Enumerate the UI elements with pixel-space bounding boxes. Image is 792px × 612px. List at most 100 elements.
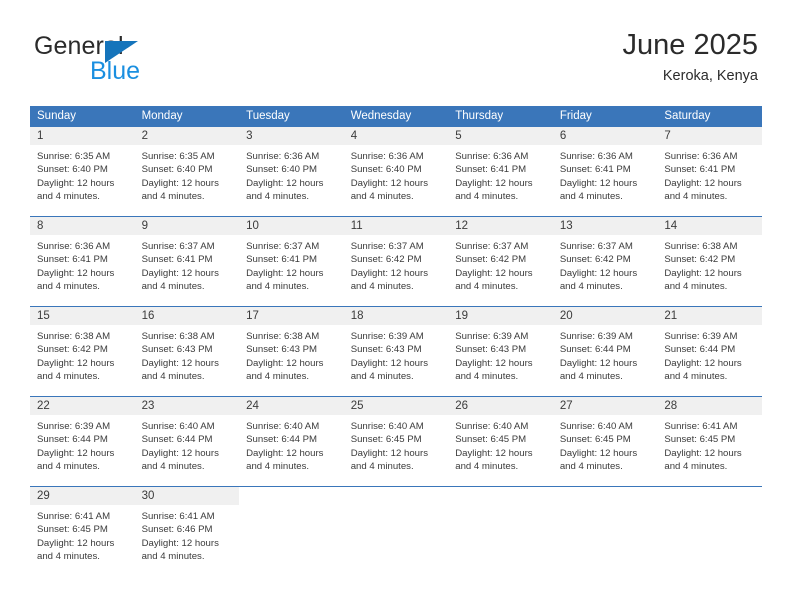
day-cell[interactable]: 16 Sunrise: 6:38 AM Sunset: 6:43 PM Dayl… bbox=[134, 306, 240, 397]
sunset-text: Sunset: 6:40 PM bbox=[141, 164, 213, 176]
daylight-text-line2: and 4 minutes. bbox=[350, 190, 414, 202]
daylight-text-line2: and 4 minutes. bbox=[664, 280, 728, 292]
sunrise-text: Sunrise: 6:37 AM bbox=[141, 241, 215, 252]
page-title: June 2025 bbox=[622, 29, 758, 61]
day-details: Sunrise: 6:41 AM Sunset: 6:45 PM Dayligh… bbox=[657, 415, 762, 473]
day-number: 17 bbox=[239, 307, 344, 325]
sunrise-text: Sunrise: 6:39 AM bbox=[664, 331, 738, 342]
day-cell[interactable]: 3 Sunrise: 6:36 AM Sunset: 6:40 PM Dayli… bbox=[239, 127, 344, 217]
day-number: 20 bbox=[552, 307, 658, 325]
day-number: 4 bbox=[343, 127, 449, 145]
day-cell[interactable]: 18 Sunrise: 6:39 AM Sunset: 6:43 PM Dayl… bbox=[343, 306, 449, 397]
day-details: Sunrise: 6:37 AM Sunset: 6:42 PM Dayligh… bbox=[448, 235, 553, 293]
day-cell[interactable]: 23 Sunrise: 6:40 AM Sunset: 6:44 PM Dayl… bbox=[134, 396, 240, 487]
sunset-text: Sunset: 6:42 PM bbox=[350, 254, 422, 266]
daylight-text-line1: Daylight: 12 hours bbox=[37, 357, 115, 369]
day-details: Sunrise: 6:38 AM Sunset: 6:42 PM Dayligh… bbox=[657, 235, 762, 293]
day-cell[interactable]: 24 Sunrise: 6:40 AM Sunset: 6:44 PM Dayl… bbox=[239, 396, 344, 487]
sunrise-text: Sunrise: 6:36 AM bbox=[664, 151, 738, 162]
day-number: 14 bbox=[657, 217, 762, 235]
weekday-header-row: Sunday Monday Tuesday Wednesday Thursday… bbox=[30, 106, 762, 127]
sunset-text: Sunset: 6:45 PM bbox=[559, 434, 631, 446]
sunrise-text: Sunrise: 6:39 AM bbox=[559, 331, 633, 342]
day-cell[interactable]: 26 Sunrise: 6:40 AM Sunset: 6:45 PM Dayl… bbox=[448, 396, 553, 487]
day-details: Sunrise: 6:40 AM Sunset: 6:45 PM Dayligh… bbox=[344, 415, 449, 473]
daylight-text-line1: Daylight: 12 hours bbox=[246, 177, 324, 189]
day-cell[interactable]: 15 Sunrise: 6:38 AM Sunset: 6:42 PM Dayl… bbox=[30, 306, 135, 397]
daylight-text-line2: and 4 minutes. bbox=[664, 460, 728, 472]
day-cell[interactable]: 7 Sunrise: 6:36 AM Sunset: 6:41 PM Dayli… bbox=[657, 127, 762, 217]
daylight-text-line1: Daylight: 12 hours bbox=[455, 267, 533, 279]
daylight-text-line1: Daylight: 12 hours bbox=[559, 267, 638, 279]
day-cell[interactable]: 13 Sunrise: 6:37 AM Sunset: 6:42 PM Dayl… bbox=[552, 216, 658, 307]
daylight-text-line1: Daylight: 12 hours bbox=[455, 447, 533, 459]
day-number: 15 bbox=[30, 307, 135, 325]
brand-logo[interactable]: General Blue bbox=[34, 32, 204, 87]
sunrise-text: Sunrise: 6:36 AM bbox=[246, 151, 320, 162]
sunrise-text: Sunrise: 6:36 AM bbox=[455, 151, 529, 162]
sunrise-text: Sunrise: 6:40 AM bbox=[141, 421, 215, 432]
page-subtitle: Keroka, Kenya bbox=[662, 68, 758, 84]
day-cell[interactable]: 14 Sunrise: 6:38 AM Sunset: 6:42 PM Dayl… bbox=[657, 216, 762, 307]
sunset-text: Sunset: 6:45 PM bbox=[37, 524, 108, 536]
day-cell[interactable]: 22 Sunrise: 6:39 AM Sunset: 6:44 PM Dayl… bbox=[30, 396, 135, 487]
sunset-text: Sunset: 6:41 PM bbox=[37, 254, 108, 266]
day-cell[interactable]: 19 Sunrise: 6:39 AM Sunset: 6:43 PM Dayl… bbox=[448, 306, 553, 397]
sunrise-text: Sunrise: 6:37 AM bbox=[559, 241, 633, 252]
day-details: Sunrise: 6:35 AM Sunset: 6:40 PM Dayligh… bbox=[135, 145, 240, 203]
daylight-text-line2: and 4 minutes. bbox=[664, 370, 728, 382]
sunrise-text: Sunrise: 6:35 AM bbox=[37, 151, 111, 162]
day-cell[interactable]: 4 Sunrise: 6:36 AM Sunset: 6:40 PM Dayli… bbox=[343, 127, 449, 217]
sunrise-text: Sunrise: 6:37 AM bbox=[350, 241, 424, 252]
sunset-text: Sunset: 6:43 PM bbox=[246, 344, 318, 356]
day-number: 3 bbox=[239, 127, 344, 145]
day-details: Sunrise: 6:40 AM Sunset: 6:45 PM Dayligh… bbox=[448, 415, 553, 473]
day-cell[interactable]: 10 Sunrise: 6:37 AM Sunset: 6:41 PM Dayl… bbox=[239, 216, 344, 307]
calendar-week-row: 22 Sunrise: 6:39 AM Sunset: 6:44 PM Dayl… bbox=[30, 396, 762, 487]
daylight-text-line1: Daylight: 12 hours bbox=[141, 267, 219, 279]
sunrise-text: Sunrise: 6:41 AM bbox=[664, 421, 738, 432]
day-details: Sunrise: 6:37 AM Sunset: 6:41 PM Dayligh… bbox=[239, 235, 344, 293]
sunrise-text: Sunrise: 6:36 AM bbox=[350, 151, 424, 162]
day-cell[interactable]: 12 Sunrise: 6:37 AM Sunset: 6:42 PM Dayl… bbox=[448, 216, 553, 307]
day-cell[interactable]: 25 Sunrise: 6:40 AM Sunset: 6:45 PM Dayl… bbox=[343, 396, 449, 487]
daylight-text-line2: and 4 minutes. bbox=[141, 370, 205, 382]
day-cell[interactable]: 27 Sunrise: 6:40 AM Sunset: 6:45 PM Dayl… bbox=[552, 396, 658, 487]
day-cell[interactable]: 11 Sunrise: 6:37 AM Sunset: 6:42 PM Dayl… bbox=[343, 216, 449, 307]
sunset-text: Sunset: 6:44 PM bbox=[559, 344, 631, 356]
sunrise-text: Sunrise: 6:41 AM bbox=[37, 511, 111, 522]
day-cell[interactable]: 1 Sunrise: 6:35 AM Sunset: 6:40 PM Dayli… bbox=[30, 127, 135, 217]
calendar-week-row: 8 Sunrise: 6:36 AM Sunset: 6:41 PM Dayli… bbox=[30, 216, 762, 307]
sunset-text: Sunset: 6:45 PM bbox=[350, 434, 422, 446]
daylight-text-line1: Daylight: 12 hours bbox=[559, 357, 638, 369]
day-details: Sunrise: 6:37 AM Sunset: 6:42 PM Dayligh… bbox=[553, 235, 658, 293]
day-cell[interactable]: 8 Sunrise: 6:36 AM Sunset: 6:41 PM Dayli… bbox=[30, 216, 135, 307]
sunset-text: Sunset: 6:44 PM bbox=[246, 434, 318, 446]
day-cell-empty bbox=[239, 486, 344, 576]
day-details: Sunrise: 6:38 AM Sunset: 6:43 PM Dayligh… bbox=[239, 325, 344, 383]
day-cell[interactable]: 17 Sunrise: 6:38 AM Sunset: 6:43 PM Dayl… bbox=[239, 306, 344, 397]
sunset-text: Sunset: 6:44 PM bbox=[141, 434, 213, 446]
day-details: Sunrise: 6:39 AM Sunset: 6:44 PM Dayligh… bbox=[657, 325, 762, 383]
daylight-text-line2: and 4 minutes. bbox=[246, 370, 310, 382]
day-cell[interactable]: 2 Sunrise: 6:35 AM Sunset: 6:40 PM Dayli… bbox=[134, 127, 240, 217]
day-cell[interactable]: 30 Sunrise: 6:41 AM Sunset: 6:46 PM Dayl… bbox=[134, 486, 240, 576]
day-cell[interactable]: 5 Sunrise: 6:36 AM Sunset: 6:41 PM Dayli… bbox=[448, 127, 553, 217]
day-cell[interactable]: 29 Sunrise: 6:41 AM Sunset: 6:45 PM Dayl… bbox=[30, 486, 135, 576]
day-number: 25 bbox=[343, 397, 449, 415]
page-header: General Blue June 2025 Keroka, Kenya bbox=[0, 0, 792, 97]
sunrise-text: Sunrise: 6:40 AM bbox=[455, 421, 529, 432]
weekday-header-saturday: Saturday bbox=[657, 106, 762, 127]
day-cell[interactable]: 6 Sunrise: 6:36 AM Sunset: 6:41 PM Dayli… bbox=[552, 127, 658, 217]
day-number: 21 bbox=[657, 307, 762, 325]
daylight-text-line1: Daylight: 12 hours bbox=[455, 357, 533, 369]
daylight-text-line1: Daylight: 12 hours bbox=[37, 447, 115, 459]
sunset-text: Sunset: 6:44 PM bbox=[37, 434, 108, 446]
day-cell[interactable]: 21 Sunrise: 6:39 AM Sunset: 6:44 PM Dayl… bbox=[657, 306, 762, 397]
day-cell[interactable]: 9 Sunrise: 6:37 AM Sunset: 6:41 PM Dayli… bbox=[134, 216, 240, 307]
day-cell[interactable]: 20 Sunrise: 6:39 AM Sunset: 6:44 PM Dayl… bbox=[552, 306, 658, 397]
daylight-text-line2: and 4 minutes. bbox=[455, 370, 519, 382]
day-cell[interactable]: 28 Sunrise: 6:41 AM Sunset: 6:45 PM Dayl… bbox=[657, 396, 762, 487]
day-number: 9 bbox=[134, 217, 240, 235]
day-number: 22 bbox=[30, 397, 135, 415]
